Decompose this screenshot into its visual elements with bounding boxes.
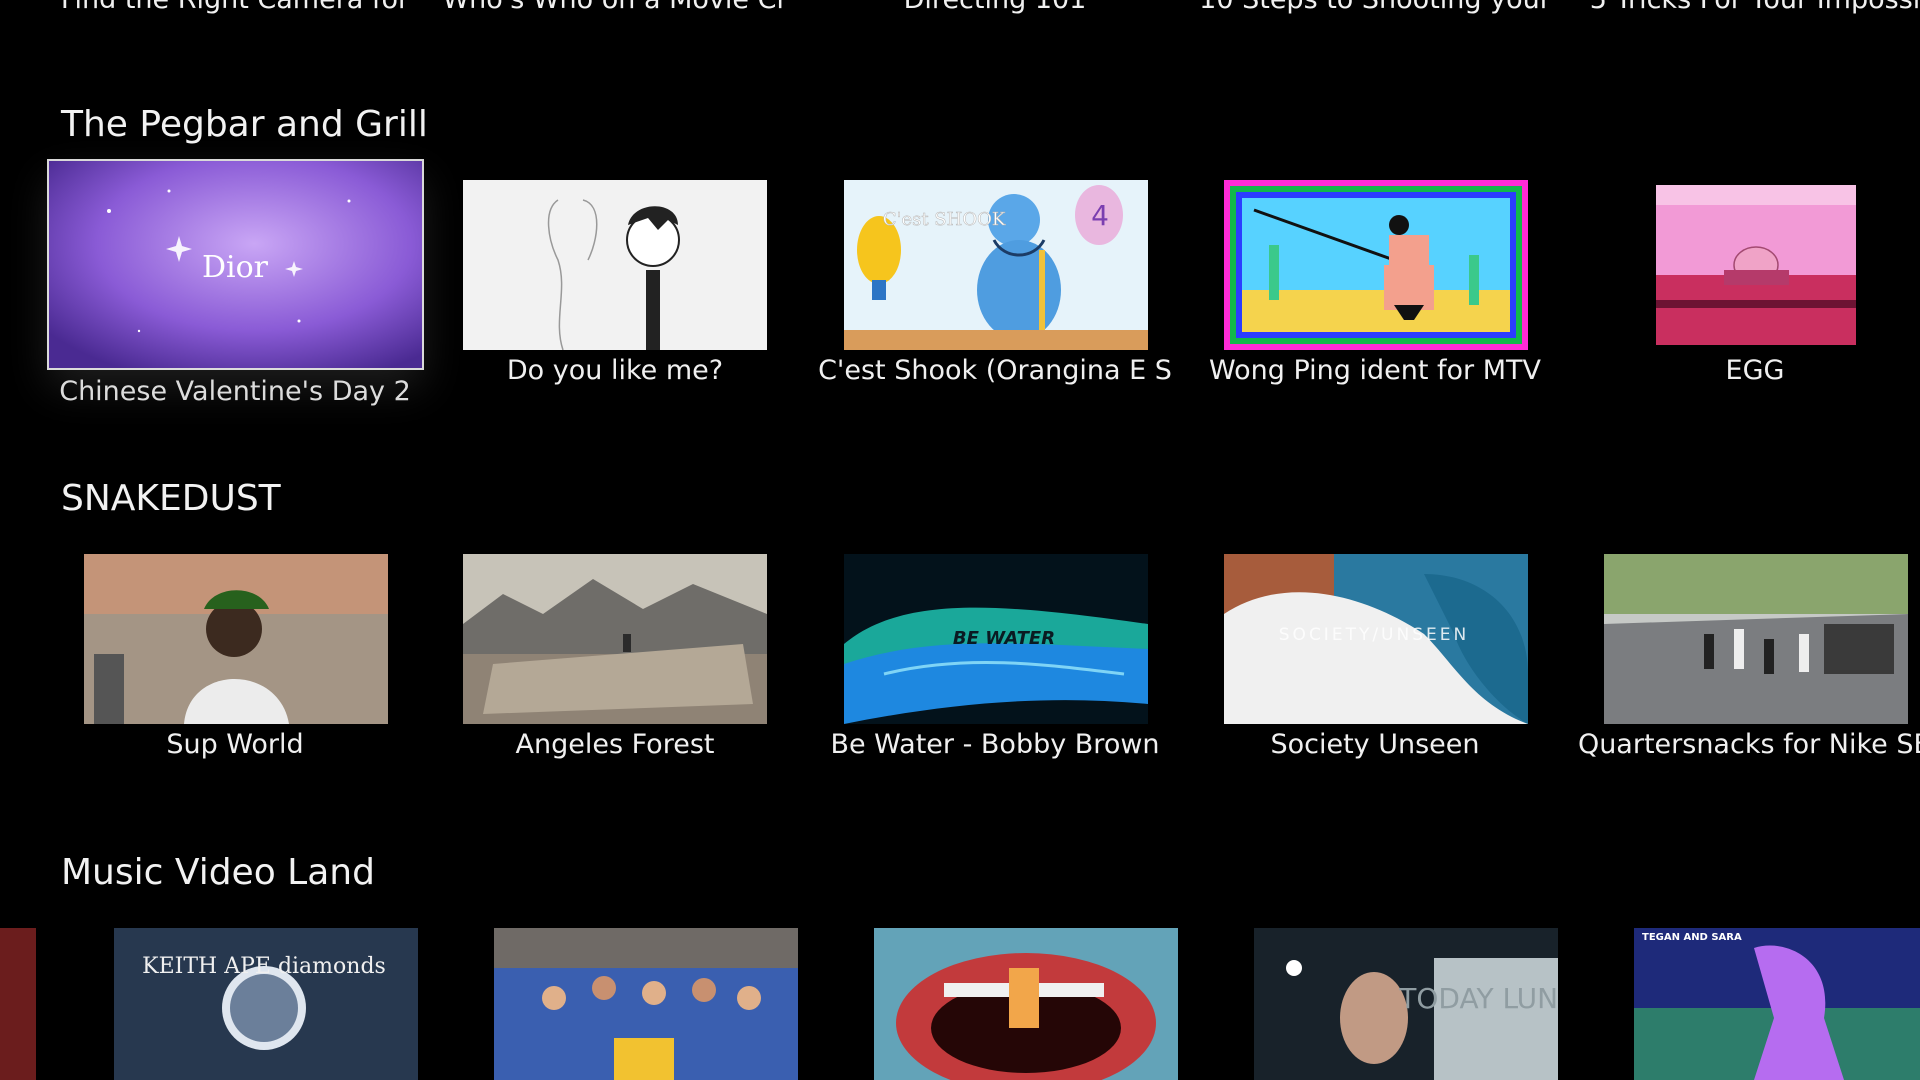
video-thumbnail: 4 C'est SHOOK bbox=[844, 180, 1148, 350]
shelf-title: SNAKEDUST bbox=[61, 478, 281, 519]
video-tile[interactable] bbox=[84, 554, 388, 724]
video-thumbnail bbox=[1224, 180, 1528, 350]
video-tile[interactable]: SOCIETY/UNSEEN bbox=[1224, 554, 1528, 724]
video-tile[interactable]: TEGAN AND SARA bbox=[1634, 928, 1920, 1080]
video-caption: EGG bbox=[1725, 355, 1785, 386]
video-tile[interactable] bbox=[874, 928, 1178, 1080]
video-tile[interactable] bbox=[1224, 180, 1528, 350]
video-tile[interactable]: Dior bbox=[49, 161, 422, 368]
video-tile[interactable]: KEITH APE diamonds bbox=[114, 928, 418, 1080]
top-row-caption[interactable]: 5 Tricks For Your Impossi bbox=[1565, 0, 1920, 15]
video-thumbnail bbox=[1604, 554, 1908, 724]
thumb-text: Dior bbox=[202, 250, 269, 285]
video-tile[interactable] bbox=[494, 928, 798, 1080]
thumb-text: C'est SHOOK bbox=[883, 209, 1006, 230]
video-tile[interactable] bbox=[463, 180, 767, 350]
video-tile[interactable]: BE WATER bbox=[844, 554, 1148, 724]
video-caption: Society Unseen bbox=[1270, 729, 1480, 760]
top-row-caption[interactable]: 10 Steps to Shooting your bbox=[1185, 0, 1565, 15]
video-caption: Sup World bbox=[166, 729, 304, 760]
video-tile[interactable] bbox=[1604, 180, 1908, 350]
thumb-text: BE WATER bbox=[953, 628, 1055, 649]
video-thumbnail bbox=[463, 554, 767, 724]
video-tile[interactable]: TODAY LUNCH bbox=[1254, 928, 1558, 1080]
thumb-text: TODAY LUNCH bbox=[1398, 982, 1558, 1015]
video-caption: C'est Shook (Orangina E S bbox=[818, 355, 1172, 386]
video-thumbnail: BE WATER bbox=[844, 554, 1148, 724]
video-caption: Wong Ping ident for MTV bbox=[1209, 355, 1541, 386]
svg-text:4: 4 bbox=[1091, 199, 1109, 232]
top-row-caption[interactable]: Who's Who on a Movie Cr bbox=[425, 0, 805, 15]
video-caption: Chinese Valentine's Day 2 bbox=[59, 376, 411, 407]
video-thumbnail bbox=[84, 554, 388, 724]
video-thumbnail: SOCIETY/UNSEEN bbox=[1224, 554, 1528, 724]
video-tile[interactable] bbox=[1604, 554, 1908, 724]
top-row-caption[interactable]: Find the Right Camera for bbox=[45, 0, 425, 15]
video-thumbnail: TEGAN AND SARA bbox=[1634, 928, 1920, 1080]
video-tile[interactable] bbox=[463, 554, 767, 724]
video-thumbnail bbox=[494, 928, 798, 1080]
video-thumbnail bbox=[463, 180, 767, 350]
video-caption: Angeles Forest bbox=[515, 729, 715, 760]
video-thumbnail bbox=[1604, 180, 1908, 350]
thumb-text: TEGAN AND SARA bbox=[1642, 932, 1742, 943]
video-thumbnail: TODAY LUNCH bbox=[1254, 928, 1558, 1080]
video-thumbnail: KEITH APE diamonds bbox=[114, 928, 418, 1080]
video-tile-partial[interactable] bbox=[0, 928, 36, 1080]
video-caption: Do you like me? bbox=[506, 355, 724, 386]
video-caption: Quartersnacks for Nike SB bbox=[1577, 729, 1920, 760]
video-tile[interactable]: 4 C'est SHOOK bbox=[844, 180, 1148, 350]
thumb-text: KEITH APE diamonds bbox=[142, 954, 386, 979]
shelf-title: Music Video Land bbox=[61, 852, 375, 893]
video-thumbnail bbox=[874, 928, 1178, 1080]
thumb-text: SOCIETY/UNSEEN bbox=[1279, 625, 1469, 645]
top-row-caption[interactable]: Directing 101 bbox=[805, 0, 1185, 15]
shelf-title: The Pegbar and Grill bbox=[61, 104, 428, 145]
video-thumbnail: Dior bbox=[49, 161, 422, 368]
video-caption: Be Water - Bobby Brown bbox=[830, 729, 1160, 760]
